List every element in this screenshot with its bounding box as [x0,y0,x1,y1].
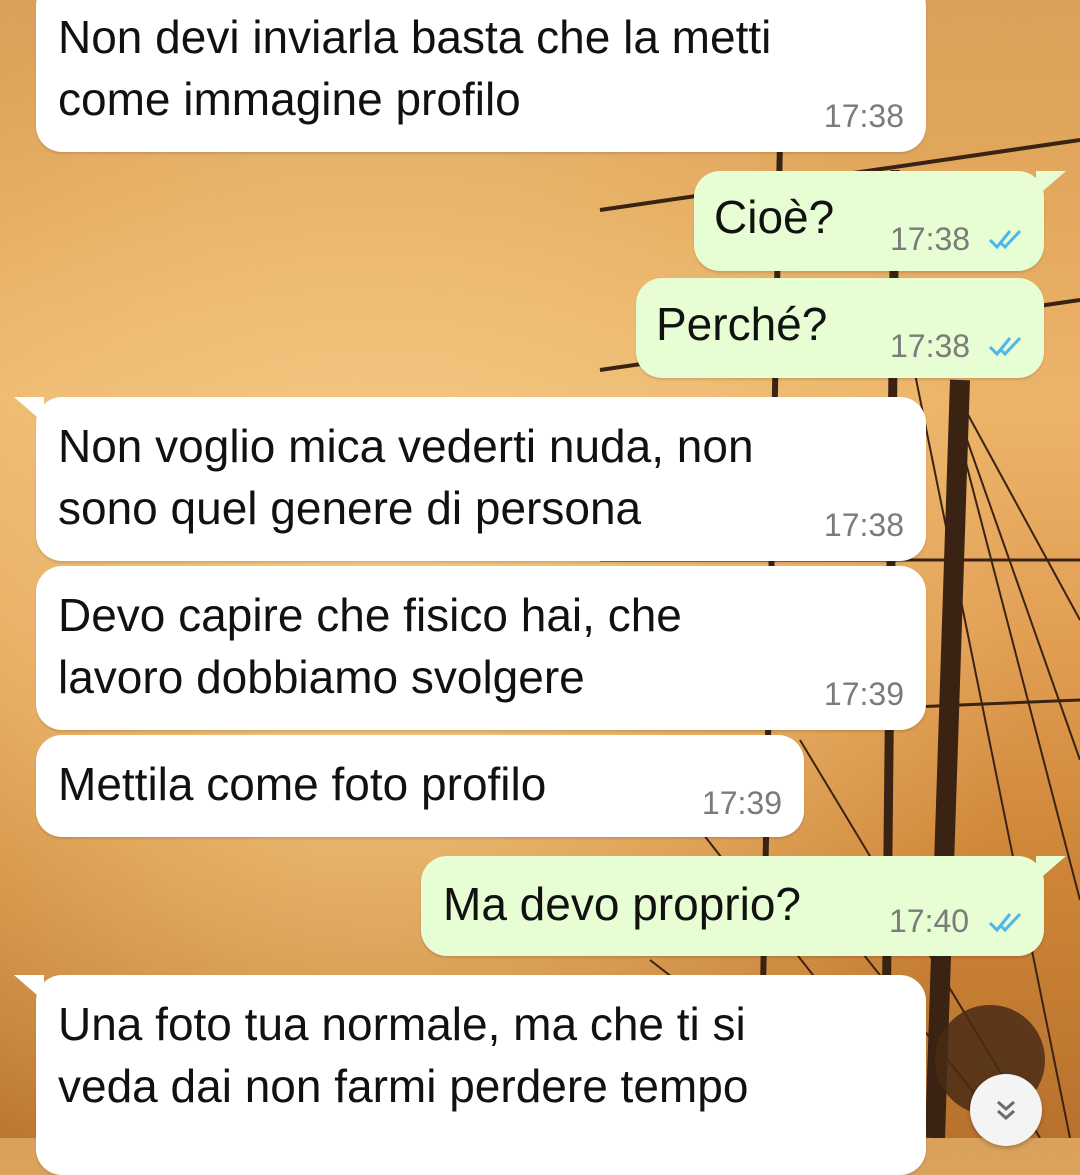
message-timestamp: 17:40 [889,903,970,939]
message-bubble-incoming[interactable]: Mettila come foto profilo 17:39 [36,735,804,837]
double-check-icon [988,336,1022,357]
message-timestamp: 17:39 [701,785,782,821]
message-bubble-incoming[interactable]: Non devi inviarla basta che la metti com… [36,0,926,152]
message-timestamp: 17:38 [890,221,971,257]
message-text: Mettila come foto profilo [58,758,547,810]
message-text: Cioè? [714,191,835,243]
message-bubble-outgoing[interactable]: Perché? 17:38 [636,278,1044,378]
message-timestamp: 17:39 [823,676,904,712]
message-text: Ma devo proprio? [443,878,801,930]
message-text: Perché? [656,298,828,350]
message-text: Devo capire che fisico hai, che lavoro d… [58,589,682,703]
message-timestamp: 17:38 [823,98,904,134]
message-bubble-incoming[interactable]: Non voglio mica vederti nuda, non sono q… [14,397,926,561]
message-bubble-incoming[interactable]: Devo capire che fisico hai, che lavoro d… [36,566,926,730]
message-text: Non devi inviarla basta che la metti com… [58,11,772,125]
message-timestamp: 17:38 [823,507,904,543]
message-bubble-incoming[interactable]: Una foto tua normale, ma che ti si veda … [14,975,926,1175]
double-chevron-down-icon [997,1100,1015,1120]
message-timestamp: 17:38 [890,328,971,364]
message-bubble-outgoing[interactable]: Cioè? 17:38 [694,171,1066,271]
scroll-to-bottom-button[interactable] [970,1074,1042,1146]
message-text: Una foto tua normale, ma che ti si veda … [58,998,749,1112]
double-check-icon [988,229,1022,250]
message-bubble-outgoing[interactable]: Ma devo proprio? 17:40 [421,856,1066,956]
message-text: Non voglio mica vederti nuda, non sono q… [58,420,754,534]
double-check-icon [988,912,1022,933]
